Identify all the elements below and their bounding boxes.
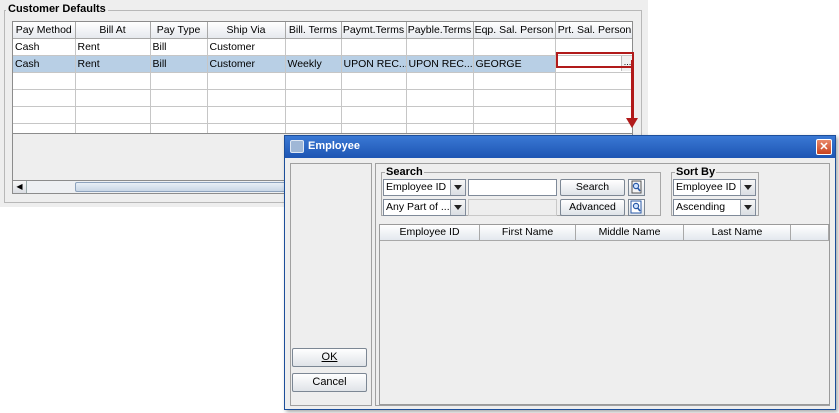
cancel-button[interactable]: Cancel	[292, 373, 367, 392]
table-header-row: Pay Method Bill At Pay Type Ship Via Bil…	[13, 22, 632, 39]
advanced-search-icon[interactable]	[628, 199, 645, 216]
dialog-title: Employee	[308, 140, 360, 152]
ok-label: OK	[321, 351, 338, 363]
sort-order-select[interactable]: Ascending	[673, 199, 756, 216]
left-pane	[290, 163, 372, 406]
callout-arrow-icon	[626, 118, 638, 128]
table-cell[interactable]: UPON REC...	[341, 55, 407, 73]
column-header-pay-method[interactable]: Pay Method	[13, 22, 76, 39]
search-input[interactable]	[468, 179, 557, 196]
column-header-employee-id[interactable]: Employee ID	[380, 225, 480, 241]
table-row-empty[interactable]	[13, 72, 632, 90]
search-field-value: Employee ID	[386, 181, 447, 193]
chevron-down-icon[interactable]	[740, 180, 755, 195]
table-cell[interactable]: GEORGE	[473, 55, 556, 73]
search-input-secondary	[468, 199, 557, 216]
column-header-bill-terms[interactable]: Bill. Terms	[285, 22, 342, 39]
sort-group-label: Sort By	[675, 166, 717, 178]
table-row-empty[interactable]	[13, 89, 632, 107]
column-header-payble-terms[interactable]: Payble.Terms	[406, 22, 474, 39]
table-cell[interactable]: Cash	[13, 55, 76, 73]
dialog-titlebar[interactable]: Employee ✕	[285, 136, 835, 158]
ok-button[interactable]: OK	[292, 348, 367, 367]
column-header-prt-sal-person[interactable]: Prt. Sal. Person	[555, 22, 632, 39]
table-cell[interactable]	[473, 38, 556, 56]
table-cell[interactable]	[341, 38, 407, 56]
scroll-left-icon[interactable]: ◀	[13, 181, 27, 193]
advanced-magnifier-icon	[630, 200, 642, 214]
table-row[interactable]: Cash Rent Bill Customer	[13, 38, 632, 56]
magnifier-icon	[631, 180, 642, 194]
callout-line	[631, 60, 634, 120]
sort-field-select[interactable]: Employee ID	[673, 179, 756, 196]
table-cell[interactable]: Cash	[13, 38, 76, 56]
column-header-last-name[interactable]: Last Name	[684, 225, 791, 241]
table-cell[interactable]: Customer	[207, 38, 286, 56]
column-header-paymt-terms[interactable]: Paymt.Terms	[341, 22, 407, 39]
table-cell[interactable]: Bill	[150, 55, 208, 73]
advanced-button[interactable]: Advanced	[560, 199, 625, 216]
column-header-middle-name[interactable]: Middle Name	[576, 225, 684, 241]
column-header-ship-via[interactable]: Ship Via	[207, 22, 286, 39]
close-icon[interactable]: ✕	[816, 139, 832, 155]
table-cell[interactable]	[406, 38, 474, 56]
column-header-pay-type[interactable]: Pay Type	[150, 22, 208, 39]
table-cell[interactable]: UPON REC...	[406, 55, 474, 73]
column-header-first-name[interactable]: First Name	[480, 225, 576, 241]
window-icon	[290, 140, 304, 153]
column-header-eqp-sal-person[interactable]: Eqp. Sal. Person	[473, 22, 556, 39]
highlight-box	[556, 52, 634, 68]
customer-defaults-title: Customer Defaults	[6, 3, 108, 15]
table-cell[interactable]	[285, 38, 342, 56]
table-cell[interactable]: Bill	[150, 38, 208, 56]
cancel-label: Cancel	[312, 376, 347, 388]
table-cell[interactable]: Rent	[75, 38, 151, 56]
table-row-empty[interactable]	[13, 123, 632, 133]
chevron-down-icon[interactable]	[740, 200, 755, 215]
column-header-bill-at[interactable]: Bill At	[75, 22, 151, 39]
match-mode-value: Any Part of ...	[386, 201, 450, 213]
chevron-down-icon[interactable]	[450, 180, 465, 195]
chevron-down-icon[interactable]	[450, 200, 465, 215]
search-button[interactable]: Search	[560, 179, 625, 196]
scrollbar-thumb[interactable]	[75, 182, 295, 192]
table-cell[interactable]: Rent	[75, 55, 151, 73]
customer-defaults-table: Pay Method Bill At Pay Type Ship Via Bil…	[12, 21, 633, 134]
search-group-label: Search	[385, 166, 424, 178]
search-field-select[interactable]: Employee ID	[383, 179, 466, 196]
table-cell[interactable]: Weekly	[285, 55, 342, 73]
sort-field-value: Employee ID	[676, 181, 737, 193]
column-header-filler	[791, 225, 829, 241]
table-row-selected[interactable]: Cash Rent Bill Customer Weekly UPON REC.…	[13, 55, 632, 73]
find-icon[interactable]	[628, 179, 645, 196]
table-row-empty[interactable]	[13, 106, 632, 124]
match-mode-select[interactable]: Any Part of ...	[383, 199, 466, 216]
table-cell[interactable]: Customer	[207, 55, 286, 73]
employee-dialog: Employee ✕ OK Cancel Search Sort By Empl…	[284, 135, 836, 410]
sort-order-value: Ascending	[676, 201, 726, 213]
employee-table: Employee ID First Name Middle Name Last …	[379, 224, 830, 405]
